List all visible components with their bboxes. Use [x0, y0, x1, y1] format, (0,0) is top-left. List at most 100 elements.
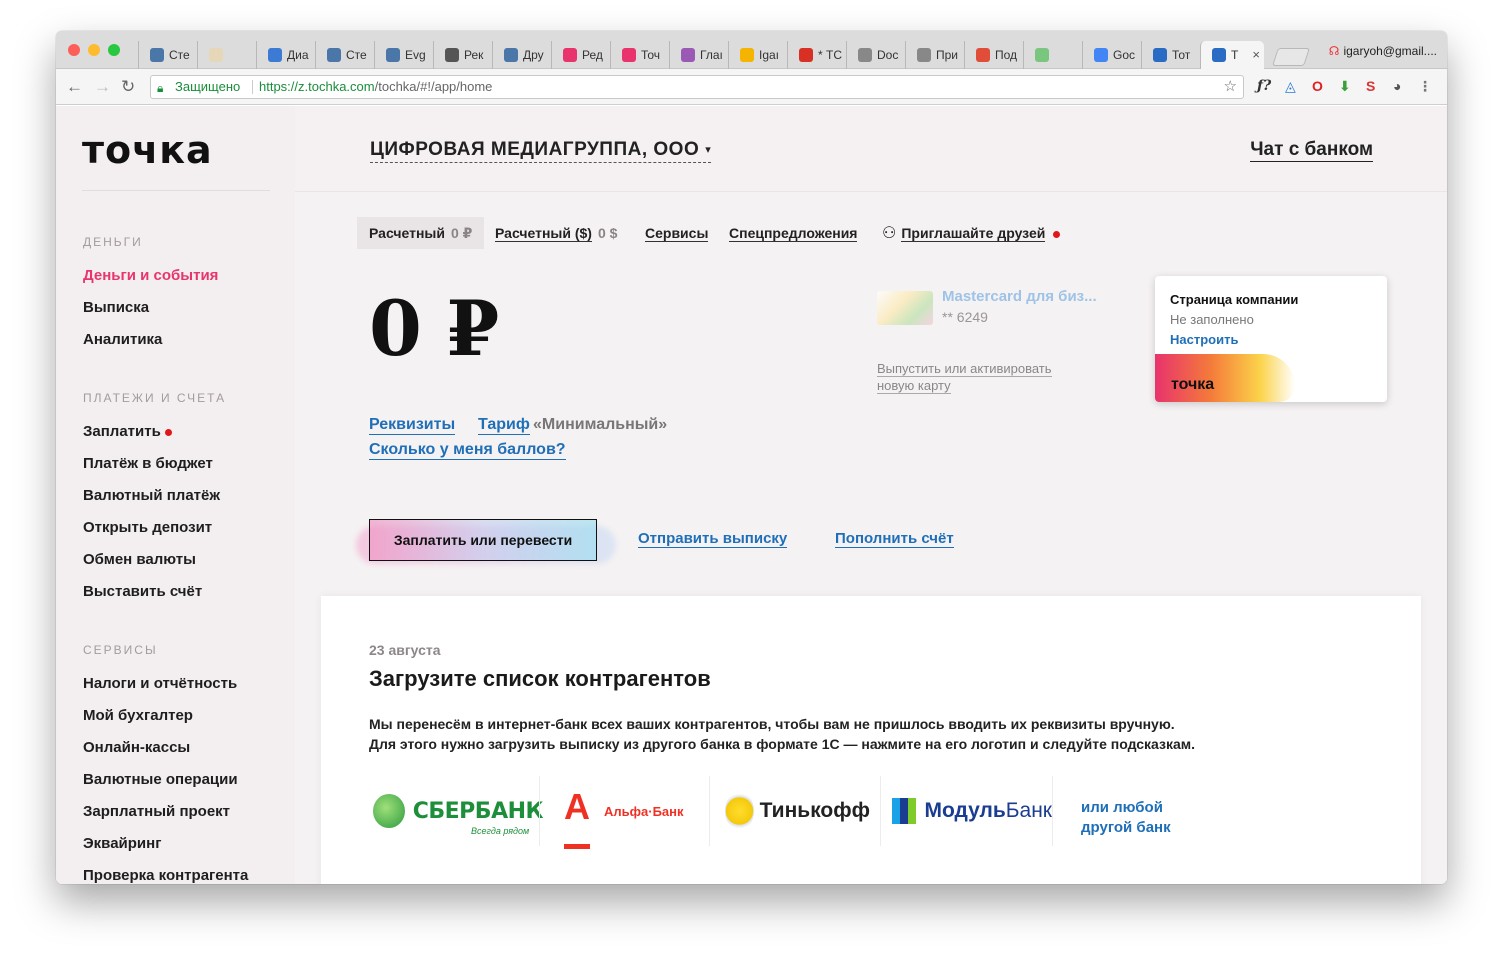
sidebar-item[interactable]: Деньги и события [83, 267, 218, 284]
seo-extension-icon[interactable]: S [1366, 78, 1375, 94]
sidebar-item[interactable]: Аналитика [83, 331, 162, 348]
news-body-line: Мы перенесём в интернет-банк всех ваших … [369, 716, 1175, 732]
browser-tab[interactable] [197, 41, 256, 69]
browser-tab-label: Doc [877, 48, 899, 62]
download-extension-icon[interactable]: ⬇ [1339, 78, 1351, 95]
browser-tab[interactable]: Тот [1141, 41, 1200, 69]
browser-tab[interactable]: Рек [433, 41, 492, 69]
other-bank-link[interactable]: или любой другой банк [1081, 798, 1191, 838]
sidebar-item[interactable]: Открыть депозит [83, 519, 212, 536]
sidebar-item[interactable]: Обмен валюты [83, 551, 196, 568]
tochka-logo[interactable]: точка [82, 128, 213, 172]
account-tab[interactable]: Расчетный 0 ₽ [357, 217, 485, 249]
account-tab[interactable]: Спецпредложения [729, 217, 858, 249]
tinkoff-logo-button[interactable]: Тинькофф [725, 776, 870, 846]
sidebar-item[interactable]: Проверка контрагента [83, 867, 248, 884]
forward-button[interactable]: → [94, 77, 111, 97]
account-tab-amount: 0 $ [597, 225, 618, 241]
send-statement-link[interactable]: Отправить выписку [638, 530, 788, 548]
issue-card-link[interactable]: Выпустить или активировать новую карту [877, 360, 1077, 394]
back-button[interactable]: ← [66, 77, 83, 97]
company-page-widget[interactable]: Страница компании Не заполнено Настроить… [1155, 276, 1387, 402]
doc-icon [917, 48, 931, 62]
card-thumbnail[interactable] [877, 291, 933, 325]
account-tab[interactable]: ⚇ Приглашайте друзей [882, 217, 1061, 249]
sidebar-item[interactable]: Выставить счёт [83, 583, 202, 600]
browser-toolbar: ← → ↻ 🔒︎ Защищено https://z.tochka.com/t… [56, 69, 1447, 105]
browser-tab[interactable]: Диа [256, 41, 315, 69]
modulbank-name-light: Банк [1005, 799, 1052, 822]
configure-link[interactable]: Настроить [1170, 332, 1238, 347]
user-email: igaryoh@gmail.... [1343, 44, 1437, 58]
browser-tab[interactable]: Под [964, 41, 1023, 69]
sidebar-item[interactable]: Зарплатный проект [83, 803, 230, 820]
vk-icon [150, 48, 164, 62]
chat-with-bank-link[interactable]: Чат с банком [1250, 139, 1373, 162]
browser-tab[interactable]: Goc [1082, 41, 1141, 69]
browser-menu-icon[interactable]: ⋮ [1418, 78, 1432, 95]
bank-divider [709, 776, 710, 846]
requisites-link[interactable]: Реквизиты [369, 416, 456, 435]
page-header: ЦИФРОВАЯ МЕДИАГРУППА, ООО ▾ Чат с банком [295, 106, 1447, 192]
notification-dot-icon [164, 428, 172, 436]
browser-tab[interactable]: Сте [315, 41, 374, 69]
browser-tab[interactable]: Ред [551, 41, 610, 69]
close-tab-icon[interactable]: × [1252, 47, 1260, 62]
vk-icon [504, 48, 518, 62]
browser-tab[interactable]: Дру [492, 41, 551, 69]
account-tab[interactable]: Расчетный ($) 0 $ [495, 217, 617, 249]
drive-extension-icon[interactable]: ◬ [1285, 78, 1296, 95]
modulbank-logo-button[interactable]: МодульБанк [892, 776, 1052, 846]
browser-tab[interactable]: При [905, 41, 964, 69]
profile-button[interactable]: ☊ igaryoh@gmail.... [1329, 44, 1437, 58]
sidebar-item[interactable]: Налоги и отчётность [83, 675, 237, 692]
address-bar[interactable]: 🔒︎ Защищено https://z.tochka.com/tochka/… [150, 75, 1244, 99]
t-icon [1153, 48, 1167, 62]
maximize-window-button[interactable] [108, 44, 120, 56]
browser-tab[interactable]: Глаı [669, 41, 728, 69]
color-extension-icon[interactable]: ◕ [1393, 78, 1401, 94]
chat-icon [268, 48, 282, 62]
browser-tab[interactable]: Evg [374, 41, 433, 69]
close-window-button[interactable] [68, 44, 80, 56]
tab-strip: Сте Диа Сте Evg Рек Дру Ред Точ Глаı Igaı * ТС Doc П… [56, 31, 1447, 69]
top-up-link[interactable]: Пополнить счёт [835, 530, 954, 548]
news-title: Загрузите список контрагентов [369, 666, 711, 691]
alfabank-logo-button[interactable]: А Альфа·Банк [564, 776, 694, 849]
minimize-window-button[interactable] [88, 44, 100, 56]
mail-icon [799, 48, 813, 62]
sidebar-item[interactable]: Валютные операции [83, 771, 238, 788]
new-tab-button[interactable] [1272, 48, 1310, 66]
browser-tab[interactable]: * ТС [787, 41, 846, 69]
browser-tab[interactable]: Igaı [728, 41, 787, 69]
sidebar-item[interactable]: Платёж в бюджет [83, 455, 213, 472]
sidebar-item[interactable]: Заплатить [83, 423, 172, 440]
company-selector[interactable]: ЦИФРОВАЯ МЕДИАГРУППА, ООО ▾ [370, 139, 712, 163]
sberbank-logo-button[interactable]: СБЕРБАНК Всегда рядом [373, 776, 544, 846]
opera-extension-icon[interactable]: O [1312, 78, 1323, 94]
sidebar-item[interactable]: Выписка [83, 299, 149, 316]
sidebar-item[interactable]: Эквайринг [83, 835, 161, 852]
sidebar-section-title: ПЛАТЕЖИ И СЧЕТА [83, 391, 227, 405]
browser-tab[interactable]: Сте [138, 41, 197, 69]
formula-extension-icon[interactable]: ƒ? [1257, 78, 1271, 94]
reload-button[interactable]: ↻ [121, 77, 135, 97]
bars-icon [740, 48, 754, 62]
company-page-title: Страница компании [1170, 292, 1299, 307]
sidebar-item-label: Зарплатный проект [83, 803, 231, 820]
browser-tab[interactable]: Т × [1200, 41, 1264, 69]
points-link[interactable]: Сколько у меня баллов? [369, 441, 566, 460]
card-name[interactable]: Mastercard для биз... [942, 288, 1097, 305]
sidebar-item[interactable]: Мой бухгалтер [83, 707, 193, 724]
account-tab[interactable]: Сервисы [645, 217, 709, 249]
browser-tab-label: Под [995, 48, 1018, 62]
pay-or-transfer-button[interactable]: Заплатить или перевести [369, 519, 597, 561]
bank-divider [1052, 776, 1053, 846]
browser-tab[interactable]: Doc [846, 41, 905, 69]
sidebar-item[interactable]: Онлайн-кассы [83, 739, 190, 756]
bookmark-star-icon[interactable]: ☆ [1224, 76, 1237, 98]
browser-tab[interactable]: Точ [610, 41, 669, 69]
sidebar-item[interactable]: Валютный платёж [83, 487, 220, 504]
tariff-link[interactable]: Тариф [478, 416, 530, 435]
browser-tab[interactable] [1023, 41, 1082, 69]
